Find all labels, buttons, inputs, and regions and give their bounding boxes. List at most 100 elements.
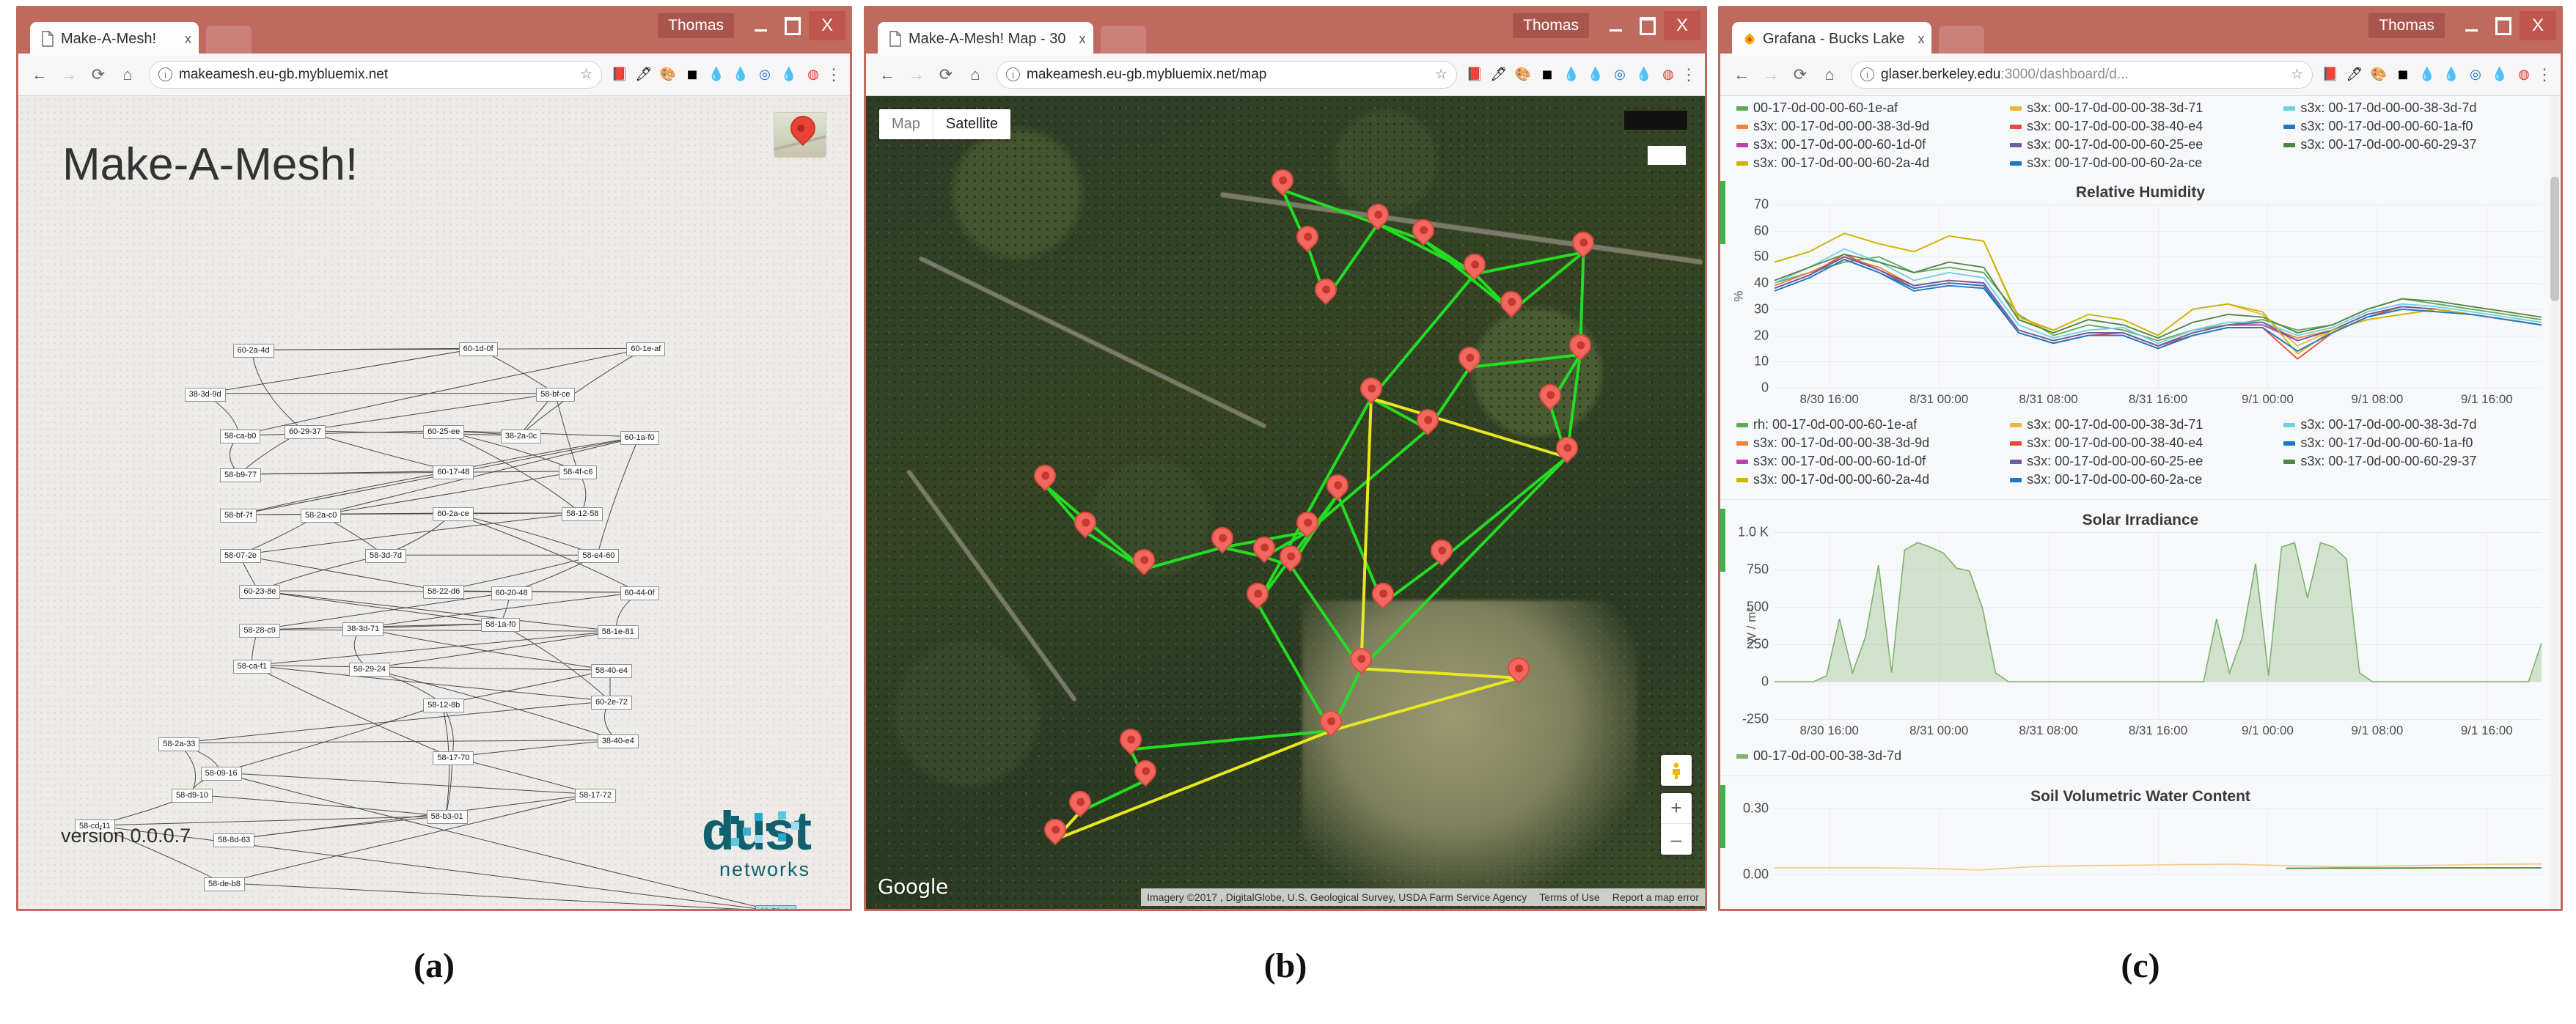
legend-item[interactable]: 00-17-0d-00-00-60-1e-af [1736,100,2010,116]
mesh-node[interactable]: 58-2a-c0 [301,509,342,523]
legend-item[interactable]: s3x: 00-17-0d-00-00-38-3d-9d [1736,435,2010,451]
mesh-node[interactable]: 60-20-48 [491,586,532,601]
back-icon[interactable]: ← [873,61,901,89]
close-button-a[interactable]: X [809,11,845,40]
map-pin-marker[interactable] [1502,652,1534,685]
address-bar-a[interactable]: i makeamesh.eu-gb.mybluemix.net ☆ [149,60,602,89]
mesh-node[interactable]: 58-1a-f0 [481,617,521,632]
map-pin-marker[interactable] [1292,507,1324,538]
mesh-node[interactable]: 58-2a-33 [158,737,200,751]
tab-make-a-mesh-map[interactable]: Make-A-Mesh! Map - 30 x [878,22,1093,56]
map-pin-marker[interactable] [1248,531,1280,563]
new-tab-button-b[interactable] [1100,26,1146,54]
mesh-node[interactable]: 58-bf-7f [220,509,257,523]
pdf-extension-icon[interactable]: 📕 [1464,65,1485,85]
drop-extension-icon[interactable]: 💧 [2417,65,2437,85]
maximize-button-c[interactable] [2487,11,2520,40]
map-pin-marker[interactable] [1534,379,1566,411]
mesh-node[interactable]: 58-3d-7d [365,549,407,564]
user-profile-chip-b[interactable]: Thomas [1513,13,1589,38]
mesh-node[interactable]: 58-09-16 [200,767,242,781]
terms-of-use-link[interactable]: Terms of Use [1533,891,1605,903]
maximize-button-a[interactable] [777,11,809,40]
legend-item[interactable]: s3x: 00-17-0d-00-00-60-29-37 [2283,454,2557,469]
site-info-icon[interactable]: i [1006,67,1020,81]
map-pin-marker[interactable] [1568,226,1599,259]
new-tab-button-c[interactable] [1939,26,1985,54]
legend-item[interactable]: rh: 00-17-0d-00-00-60-1e-af [1736,417,2010,432]
close-button-b[interactable]: X [1664,11,1700,40]
mesh-node[interactable]: 60-17-48 [433,465,474,479]
map-pin-marker[interactable] [1564,329,1596,361]
mesh-node[interactable]: 60-44-0f [620,586,659,601]
browser-menu-icon[interactable]: ⋮ [825,65,843,84]
map-page[interactable]: Map Satellite + – Google Imagery ©2017 ,… [866,96,1705,909]
site-info-icon[interactable]: i [158,67,172,81]
bookmark-star-icon[interactable]: ☆ [580,66,592,83]
user-profile-chip-c[interactable]: Thomas [2368,13,2445,38]
mesh-node-selected[interactable]: 60-53-4a [755,905,797,909]
mesh-node[interactable]: 38-3d-9d [184,387,226,402]
map-pin-marker[interactable] [1496,286,1527,317]
map-pin-marker[interactable] [1407,214,1439,246]
bookmark-star-icon[interactable]: ☆ [2291,66,2303,83]
drop3-extension-icon[interactable]: 💧 [779,65,799,85]
map-pin-marker[interactable] [1115,724,1146,756]
color-extension-icon[interactable]: 🎨 [1513,65,1533,85]
legend-item[interactable]: 00-17-0d-00-00-38-3d-7d [1736,748,2010,764]
bookmark-star-icon[interactable]: ☆ [1435,66,1447,83]
map-pin-marker[interactable] [1315,705,1347,737]
user-profile-chip-a[interactable]: Thomas [658,13,734,38]
minimize-button-b[interactable] [1599,11,1632,40]
map-pin-marker[interactable] [1459,248,1491,280]
maximize-button-b[interactable] [1632,11,1664,40]
map-pin-marker[interactable] [1039,814,1071,846]
drop2-extension-icon[interactable]: 💧 [2441,65,2462,85]
map-pin-marker[interactable] [1030,460,1061,492]
blue-ring-extension-icon[interactable]: ◎ [755,65,775,85]
pen-extension-icon[interactable]: 🖊 [2344,65,2365,85]
drop3-extension-icon[interactable]: 💧 [1634,65,1654,85]
drop3-extension-icon[interactable]: 💧 [2489,65,2510,85]
pegman-icon[interactable] [1661,755,1692,786]
zoom-in-button[interactable]: + [1661,793,1692,824]
mesh-node[interactable]: 58-28-c9 [239,624,280,638]
map-pin-marker[interactable] [1069,507,1101,538]
map-pin-marker[interactable] [1355,373,1387,405]
mesh-node[interactable]: 58-de-b8 [204,877,246,891]
site-info-icon[interactable]: i [1860,67,1874,81]
dark-extension-icon[interactable]: ◼ [682,65,702,85]
mesh-node[interactable]: 58-d9-10 [172,788,213,803]
map-pin-marker[interactable] [1064,787,1096,818]
mesh-node[interactable]: 58-07-2e [220,549,262,564]
opera-extension-icon[interactable]: ◍ [803,65,823,85]
opera-extension-icon[interactable]: ◍ [1658,65,1678,85]
tab-close-icon[interactable]: x [1072,32,1086,47]
reload-icon[interactable]: ⟳ [932,61,960,89]
mesh-node[interactable]: 60-2a-4d [232,344,274,358]
pdf-extension-icon[interactable]: 📕 [2320,65,2341,85]
map-pin-marker[interactable] [1322,469,1354,501]
legend-item[interactable]: s3x: 00-17-0d-00-00-38-3d-9d [1736,119,2010,134]
drop-extension-icon[interactable]: 💧 [706,65,727,85]
mesh-node[interactable]: 58-17-72 [575,788,617,803]
forward-icon[interactable]: → [903,61,931,89]
color-extension-icon[interactable]: 🎨 [2368,65,2389,85]
pdf-extension-icon[interactable]: 📕 [609,65,630,85]
mesh-node[interactable]: 58-8d-63 [213,833,255,848]
map-pin-marker[interactable] [1129,755,1162,787]
home-icon[interactable]: ⌂ [1816,61,1843,89]
legend-item[interactable]: s3x: 00-17-0d-00-00-38-40-e4 [2010,435,2283,451]
map-type-satellite-button[interactable]: Satellite [933,109,1010,139]
map-type-map-button[interactable]: Map [879,109,933,139]
legend-item[interactable]: s3x: 00-17-0d-00-00-60-2a-4d [1736,472,2010,487]
legend-item[interactable]: s3x: 00-17-0d-00-00-60-25-ee [2010,137,2283,152]
legend-item[interactable]: s3x: 00-17-0d-00-00-60-2a-ce [2010,155,2283,171]
legend-item[interactable]: s3x: 00-17-0d-00-00-60-1d-0f [1736,454,2010,469]
legend-item[interactable]: s3x: 00-17-0d-00-00-38-3d-7d [2283,417,2557,432]
tab-grafana-bucks-lake[interactable]: Grafana - Bucks Lake x [1732,22,1932,56]
mesh-node[interactable]: 58-4f-c6 [559,465,598,479]
map-pin-marker[interactable] [1275,541,1307,572]
map-pin-marker[interactable] [1345,643,1377,675]
mesh-node[interactable]: 58-12-8b [423,698,465,712]
